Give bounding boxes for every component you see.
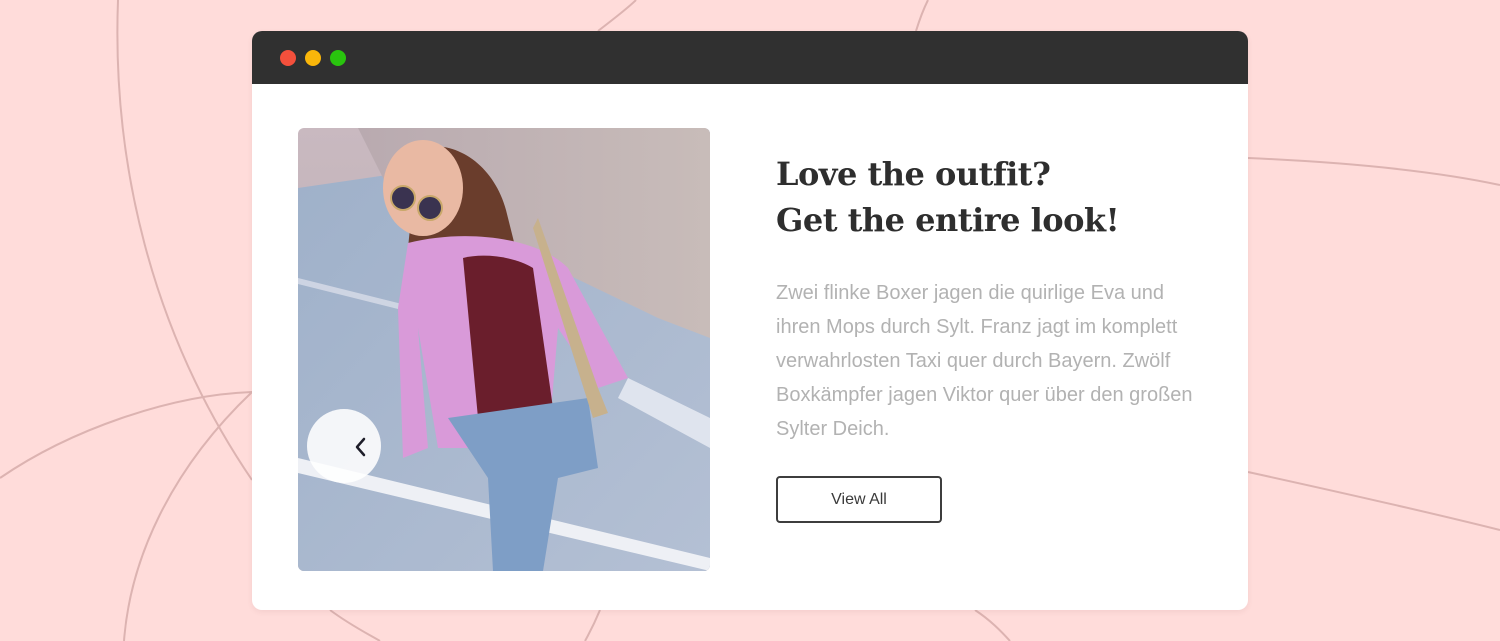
- carousel-image: [298, 128, 710, 571]
- heading-line-2: Get the entire look!: [776, 201, 1120, 239]
- maximize-window-button[interactable]: [330, 50, 346, 66]
- chevron-left-icon: [355, 437, 366, 457]
- minimize-window-button[interactable]: [305, 50, 321, 66]
- view-all-button[interactable]: View All: [776, 476, 942, 523]
- close-window-button[interactable]: [280, 50, 296, 66]
- promo-heading: Love the outfit? Get the entire look!: [776, 151, 1120, 243]
- browser-window: Love the outfit? Get the entire look! Zw…: [252, 31, 1248, 610]
- carousel-prev-button[interactable]: [307, 409, 381, 483]
- promo-description: Zwei flinke Boxer jagen die quirlige Eva…: [776, 282, 1193, 440]
- outfit-photo: [298, 128, 710, 571]
- window-titlebar: [252, 31, 1248, 84]
- heading-line-1: Love the outfit?: [776, 155, 1051, 193]
